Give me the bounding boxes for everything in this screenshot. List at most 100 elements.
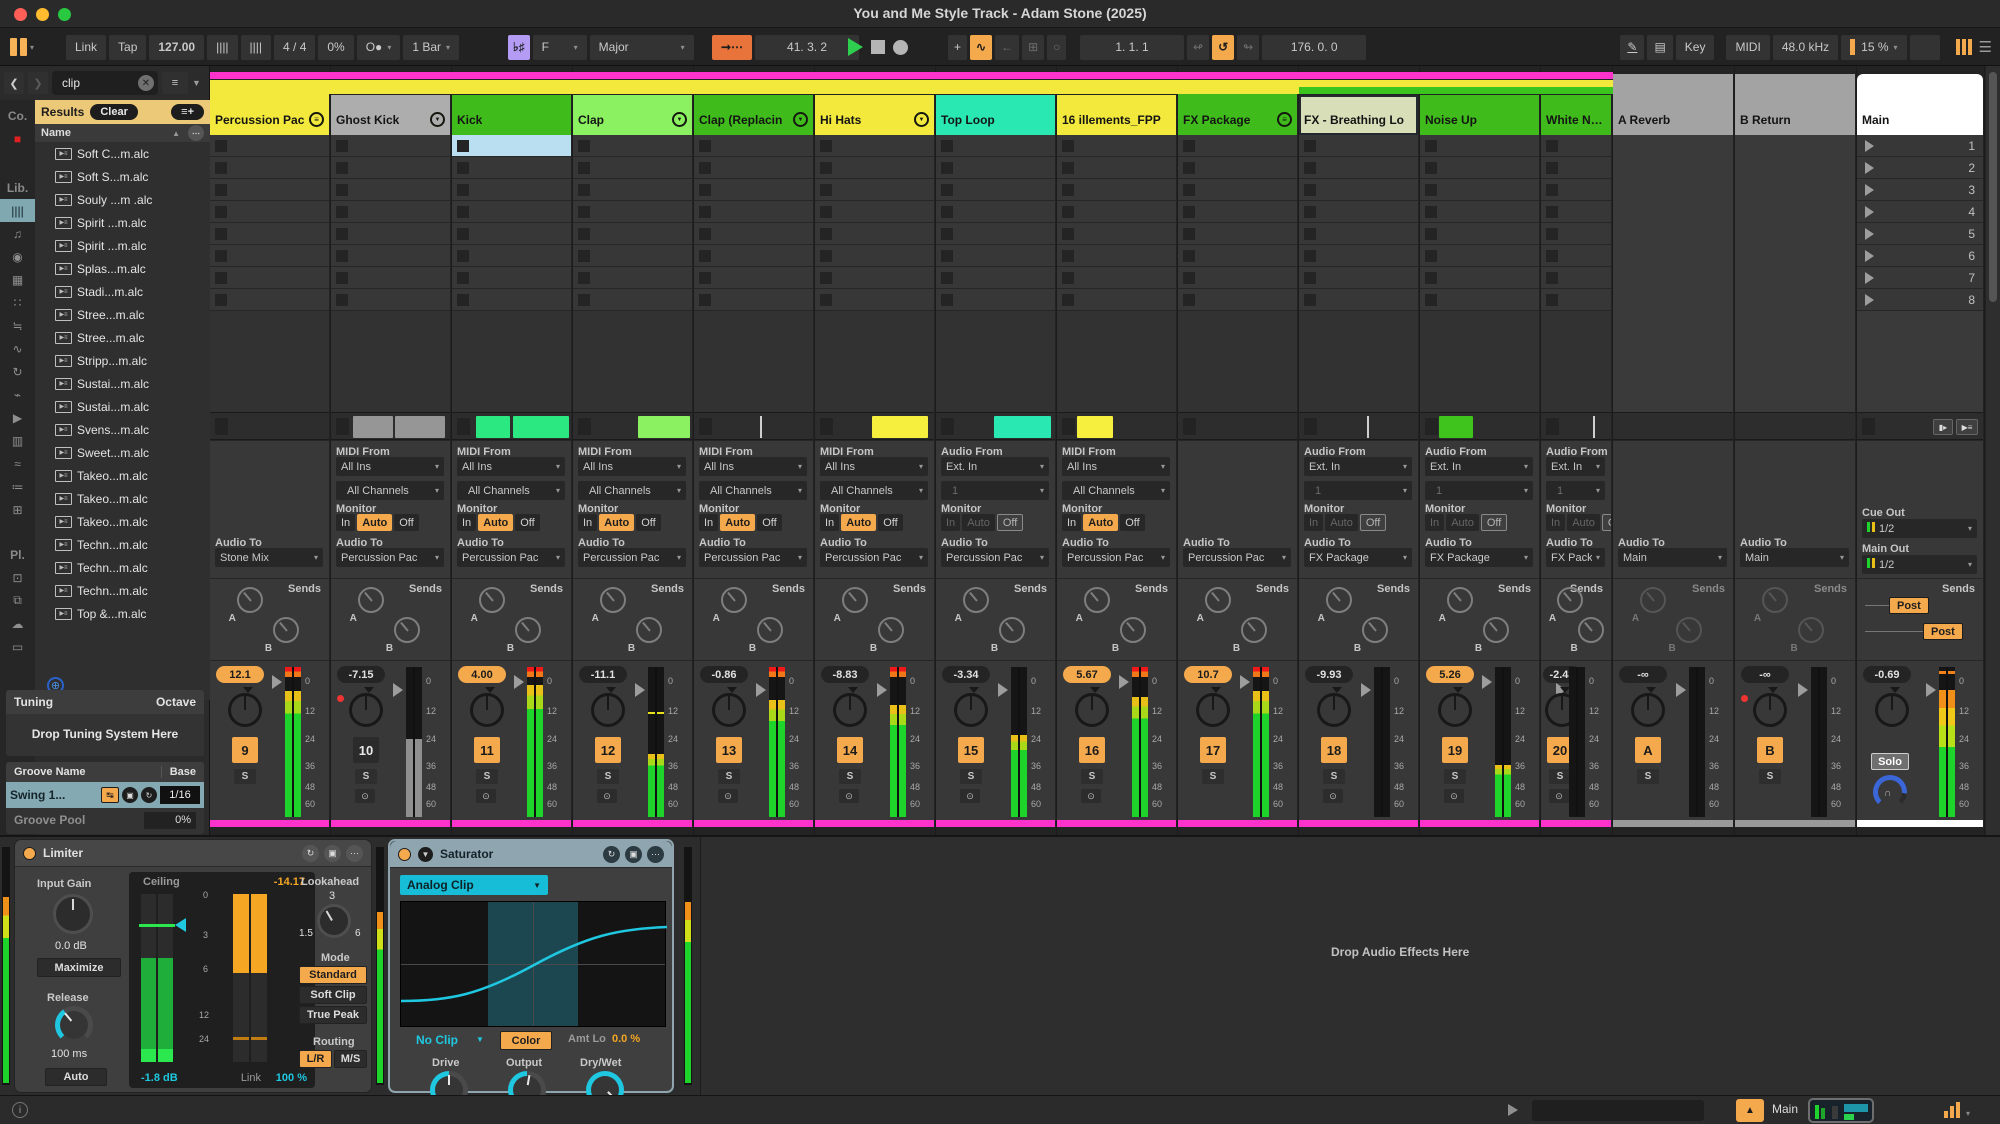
solo-button[interactable]: S — [1081, 769, 1103, 784]
input-channel-select[interactable]: All Channels▾ — [1062, 481, 1170, 500]
filter-icon[interactable]: ≡ — [162, 72, 188, 94]
clip-slot[interactable] — [694, 201, 813, 223]
pan-knob[interactable] — [1438, 693, 1472, 727]
clip-slot[interactable] — [1178, 289, 1297, 311]
clip-stop-button[interactable] — [1062, 418, 1075, 435]
loop-button[interactable]: ↺ — [1212, 35, 1234, 60]
clip-slot[interactable] — [1057, 289, 1176, 311]
clip-slot[interactable] — [1420, 157, 1539, 179]
groove-row[interactable]: Swing 1... ↹ ▣ ↻ 1/16 — [6, 782, 204, 808]
send-a-knob[interactable] — [600, 587, 626, 613]
output-select[interactable]: Percussion Pac▾ — [578, 548, 686, 567]
output-select[interactable]: Percussion Pac▾ — [699, 548, 807, 567]
pan-knob[interactable] — [1317, 693, 1351, 727]
clip-slot[interactable] — [815, 179, 934, 201]
volume-value[interactable]: -9.93 — [1305, 666, 1353, 683]
arm-button[interactable]: ⊙ — [1444, 789, 1464, 803]
input-channel-select[interactable]: All Channels▾ — [457, 481, 565, 500]
new-button[interactable]: + — [948, 35, 967, 60]
hot-swap-icon[interactable]: ↻ — [302, 845, 319, 862]
monitor-auto-button[interactable]: Auto — [1446, 514, 1479, 531]
clip-slot[interactable] — [815, 223, 934, 245]
clip-slot[interactable] — [573, 179, 692, 201]
clip-slot[interactable] — [694, 157, 813, 179]
volume-value[interactable]: 12.1 — [216, 666, 264, 683]
clip-slot[interactable] — [331, 201, 450, 223]
volume-value[interactable]: -7.15 — [337, 666, 385, 683]
clip-slot[interactable] — [936, 201, 1055, 223]
volume-value[interactable]: 4.00 — [458, 666, 506, 683]
send-b-knob[interactable] — [999, 617, 1025, 643]
output-select[interactable]: FX Packag▾ — [1546, 548, 1605, 567]
scene-play-icon[interactable] — [1865, 250, 1874, 262]
maximize-button[interactable]: Maximize — [37, 958, 121, 977]
arrangement-view-toggle-icon[interactable]: ☰ — [1979, 38, 1992, 56]
link-button[interactable]: Link — [66, 35, 106, 60]
send-a-knob[interactable] — [1557, 587, 1583, 613]
track-header-hi-hats[interactable]: Hi Hats▼ — [815, 95, 934, 135]
clip-slot[interactable] — [1420, 201, 1539, 223]
column-options-icon[interactable]: ⋯ — [188, 125, 204, 141]
groove-amount-field[interactable]: 0% — [318, 35, 353, 60]
link-value[interactable]: 100 % — [276, 1072, 307, 1084]
volume-handle[interactable] — [514, 675, 524, 689]
monitor-in-button[interactable]: In — [1425, 514, 1444, 531]
clip-slot[interactable] — [573, 245, 692, 267]
scene-list-icon[interactable]: ▶≡ — [1956, 419, 1978, 435]
arm-button[interactable]: ⊙ — [1549, 789, 1569, 803]
browser-options-chevron-icon[interactable]: ▼ — [192, 78, 201, 88]
clips-icon[interactable]: ▶ — [0, 406, 35, 429]
monitor-off-button[interactable]: Off — [394, 514, 418, 531]
clip-slot[interactable] — [452, 157, 571, 179]
clip-mode-chevron-icon[interactable]: ▼ — [476, 1035, 484, 1044]
volume-handle[interactable] — [998, 683, 1008, 697]
monitor-auto-button[interactable]: Auto — [841, 514, 876, 531]
clip-slot[interactable] — [1541, 245, 1611, 267]
clip-slot[interactable] — [1057, 201, 1176, 223]
clip-slot[interactable] — [694, 135, 813, 157]
pan-knob[interactable] — [228, 693, 262, 727]
track-activator[interactable]: 19 — [1442, 737, 1468, 763]
scene-play-icon[interactable] — [1865, 228, 1874, 240]
instruments-icon[interactable]: ▦ — [0, 268, 35, 291]
re-enable-automation-icon[interactable]: ○ — [1047, 35, 1066, 60]
input-channel-select[interactable]: 1▾ — [1546, 481, 1605, 500]
clip-stop-button[interactable] — [1425, 418, 1438, 435]
list-item[interactable]: ▶≡Sustai...m.alc — [35, 372, 210, 395]
monitor-in-button[interactable]: In — [336, 514, 355, 531]
list-item[interactable]: ▶≡Sustai...m.alc — [35, 395, 210, 418]
clip-slot[interactable] — [331, 267, 450, 289]
samples-icon[interactable]: ▥ — [0, 429, 35, 452]
save-preset-icon[interactable]: ▣ — [625, 846, 642, 863]
packs-icon[interactable]: ⊡ — [0, 566, 35, 589]
scale-root-menu[interactable]: F▾ — [533, 35, 587, 60]
clip-slot[interactable] — [1541, 135, 1611, 157]
midi-map-button[interactable]: MIDI — [1726, 35, 1769, 60]
status-input-field[interactable] — [1532, 1100, 1704, 1121]
clip-slot[interactable] — [1299, 223, 1418, 245]
input-type-select[interactable]: All Ins▾ — [820, 457, 928, 476]
volume-value[interactable]: 5.67 — [1063, 666, 1111, 683]
device-options-icon[interactable]: ⋯ — [647, 846, 664, 863]
clip-stop-button[interactable] — [941, 418, 954, 435]
clip-slot[interactable] — [815, 135, 934, 157]
clip-slot[interactable] — [1057, 223, 1176, 245]
scene-slot[interactable]: 3 — [1857, 179, 1983, 201]
clip-slot[interactable] — [815, 157, 934, 179]
clip-slot[interactable] — [936, 223, 1055, 245]
volume-handle[interactable] — [1926, 683, 1936, 697]
volume-value[interactable]: -∞ — [1619, 666, 1667, 683]
scene-play-icon[interactable] — [1865, 184, 1874, 196]
send-a-knob[interactable] — [1326, 587, 1352, 613]
send-b-knob[interactable] — [273, 617, 299, 643]
groove-save-icon[interactable]: ▣ — [122, 787, 138, 803]
curve-type-menu[interactable]: Analog Clip▼ — [400, 875, 548, 895]
output-select[interactable]: Stone Mix▾ — [215, 548, 323, 567]
scene-slot[interactable]: 8 — [1857, 289, 1983, 311]
monitor-in-button[interactable]: In — [699, 514, 718, 531]
clip-slot[interactable] — [936, 157, 1055, 179]
color-button[interactable]: Color — [500, 1031, 552, 1050]
clip-slot[interactable] — [210, 267, 329, 289]
volume-handle[interactable] — [1798, 683, 1808, 697]
volume-value[interactable]: 10.7 — [1184, 666, 1232, 683]
